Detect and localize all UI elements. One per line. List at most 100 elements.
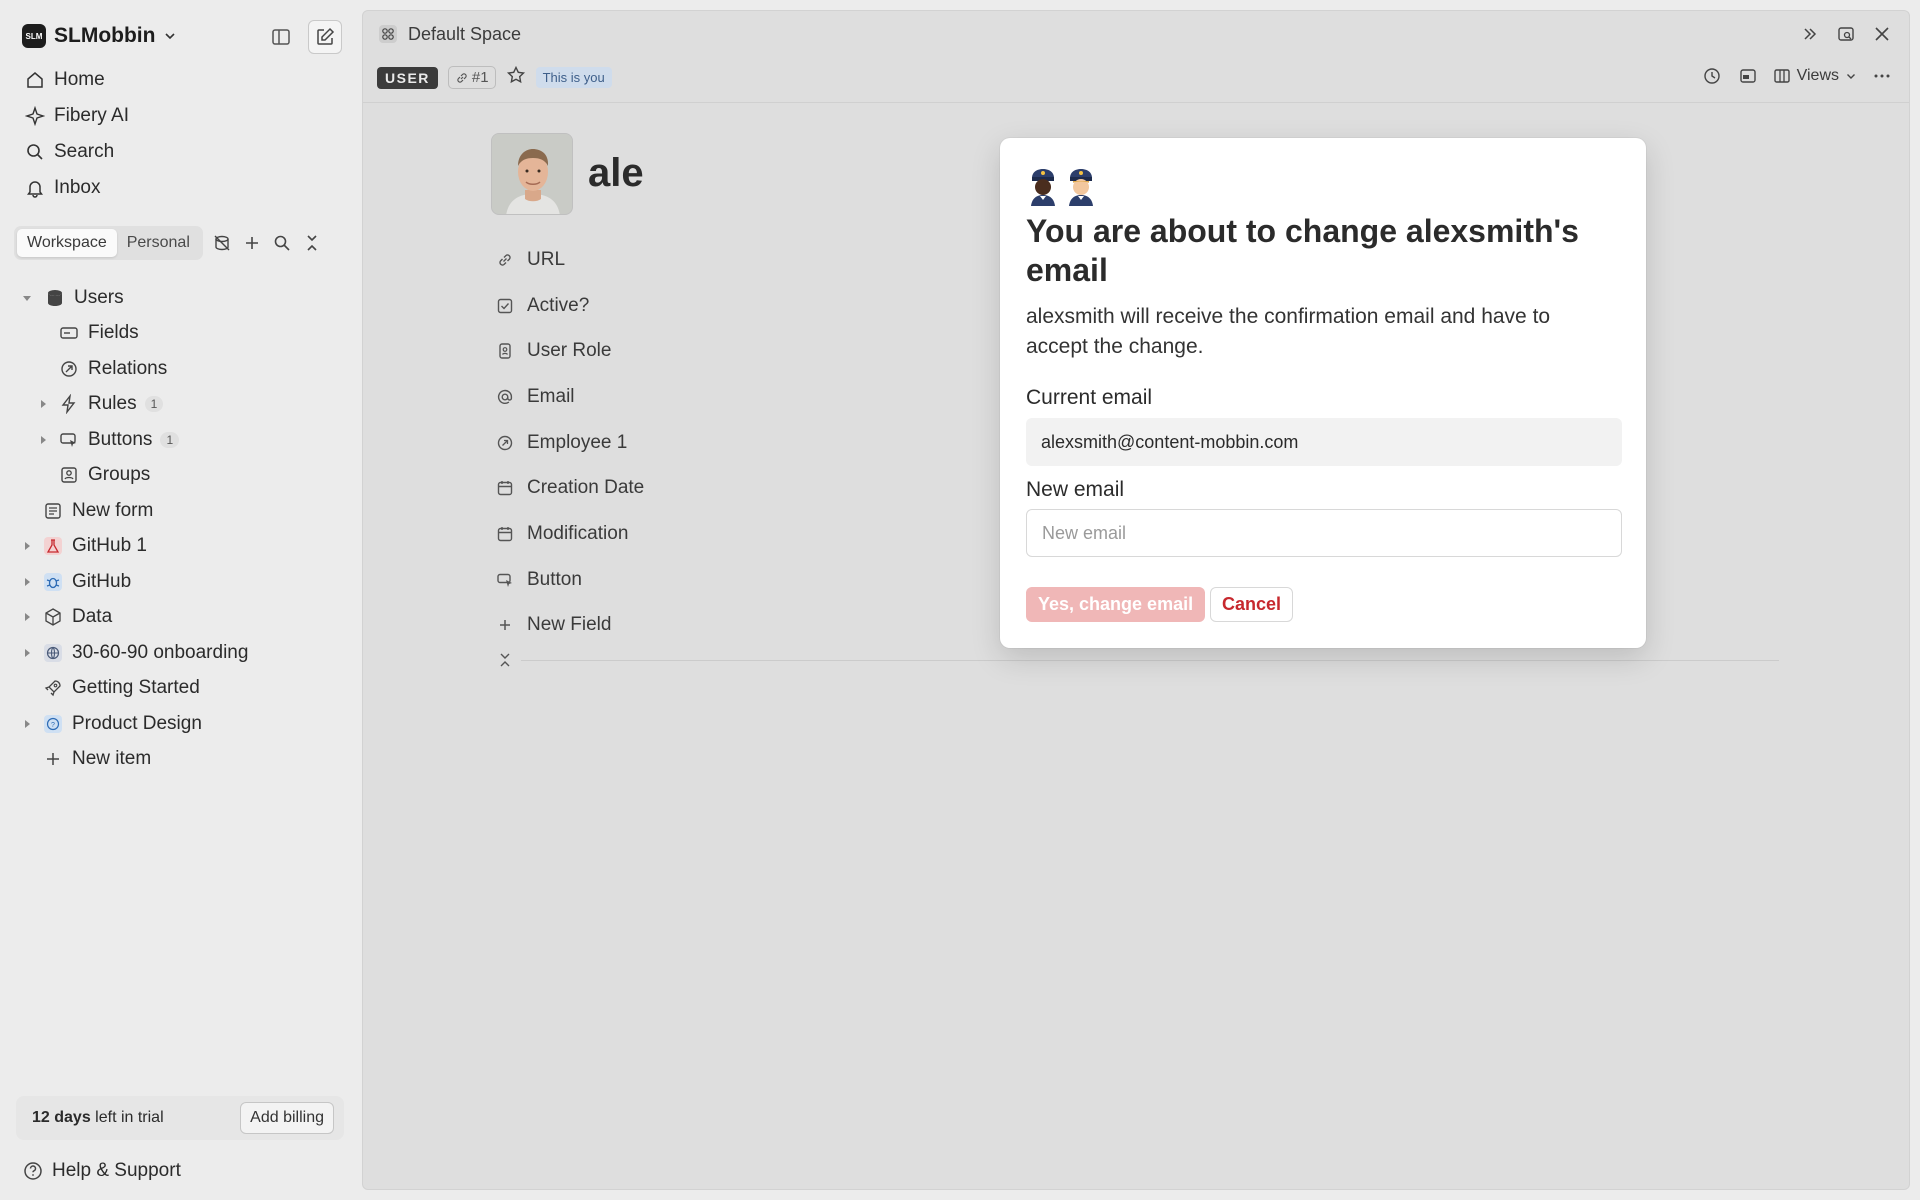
link-icon <box>457 72 467 83</box>
field-user-role[interactable]: User Role <box>495 328 644 374</box>
caret-right-icon[interactable] <box>36 433 50 447</box>
police-officer-light-icon <box>1069 169 1093 206</box>
toolbar-divider <box>363 102 1909 103</box>
nav-search-label: Search <box>54 141 115 162</box>
tree-item-product-design[interactable]: ? Product Design <box>14 706 350 742</box>
space-tree: Users Fields Relations Rules 1 Buttons 1… <box>14 280 350 777</box>
tree-item-buttons[interactable]: Buttons 1 <box>14 422 350 458</box>
tree-item-github1[interactable]: GitHub 1 <box>14 529 350 565</box>
tree-item-fields-label: Fields <box>88 322 139 344</box>
star-icon[interactable] <box>506 65 526 90</box>
bell-icon <box>24 177 46 199</box>
type-badge[interactable]: USER <box>377 66 438 89</box>
caret-right-icon[interactable] <box>20 610 34 624</box>
toggle-sidebar-button[interactable] <box>264 20 298 54</box>
tree-item-new-form-label: New form <box>72 499 154 521</box>
tree-item-github[interactable]: GitHub <box>14 564 350 600</box>
caret-right-icon[interactable] <box>36 397 50 411</box>
entity-title[interactable]: ale <box>588 151 644 196</box>
nav-inbox[interactable]: Inbox <box>14 170 344 206</box>
cancel-button[interactable]: Cancel <box>1210 587 1294 622</box>
field-creation-date[interactable]: Creation Date <box>495 465 644 511</box>
add-icon[interactable] <box>241 232 263 254</box>
collapse-fields[interactable] <box>497 651 1779 669</box>
tree-item-users[interactable]: Users <box>14 280 350 316</box>
cover-image-icon[interactable] <box>1737 65 1759 87</box>
field-creation-date-label: Creation Date <box>527 477 645 499</box>
chevrons-right-icon[interactable] <box>1799 23 1821 45</box>
tree-item-getting-started[interactable]: Getting Started <box>14 671 350 707</box>
field-active[interactable]: Active? <box>495 283 644 329</box>
home-icon <box>24 69 46 91</box>
new-entity-button[interactable] <box>308 20 342 54</box>
trial-text: 12 days left in trial <box>32 1109 240 1127</box>
field-modification-label: Modification <box>527 522 629 544</box>
trial-banner: 12 days left in trial Add billing <box>16 1096 344 1140</box>
nav-home[interactable]: Home <box>14 62 344 98</box>
nav-search[interactable]: Search <box>14 134 344 170</box>
confirm-change-email-button[interactable]: Yes, change email <box>1026 587 1206 622</box>
field-url[interactable]: URL <box>495 237 644 283</box>
tree-item-rules[interactable]: Rules 1 <box>14 387 350 423</box>
tree-item-data[interactable]: Data <box>14 600 350 636</box>
open-full-icon[interactable] <box>1835 23 1857 45</box>
history-icon[interactable] <box>1701 65 1723 87</box>
caret-right-icon[interactable] <box>20 646 34 660</box>
hide-databases-icon[interactable] <box>211 232 233 254</box>
tree-item-product-design-label: Product Design <box>72 712 202 734</box>
tree-item-fields[interactable]: Fields <box>14 316 350 352</box>
buttons-count-badge: 1 <box>160 431 180 448</box>
search-icon[interactable] <box>271 232 293 254</box>
collapse-all-icon[interactable] <box>301 232 323 254</box>
new-email-field[interactable] <box>1026 509 1622 557</box>
tree-item-relations[interactable]: Relations <box>14 351 350 387</box>
tree-item-rules-label: Rules <box>88 393 137 415</box>
field-employee-1[interactable]: Employee 1 <box>495 420 644 466</box>
workspace-switcher[interactable]: SLM SLMobbin <box>22 20 177 52</box>
close-icon[interactable] <box>1871 23 1893 45</box>
cube-icon <box>42 606 64 628</box>
tree-item-new-item[interactable]: New item <box>14 742 350 778</box>
caret-right-icon[interactable] <box>20 717 34 731</box>
help-support[interactable]: Help & Support <box>22 1160 181 1182</box>
field-email[interactable]: Email <box>495 374 644 420</box>
caret-right-icon[interactable] <box>20 575 34 589</box>
change-email-dialog: You are about to change alexsmith's emai… <box>1000 138 1646 648</box>
nav-fibery-ai-label: Fibery AI <box>54 105 129 126</box>
workspace-logo: SLM <box>22 24 46 48</box>
field-button[interactable]: Button <box>495 557 644 603</box>
police-officers-icon <box>1026 166 1098 206</box>
main-nav: Home Fibery AI Search Inbox <box>14 62 344 206</box>
entity-meta: USER #1 This is you <box>377 65 612 90</box>
breadcrumb[interactable]: Default Space <box>377 23 521 45</box>
field-modification[interactable]: Modification <box>495 511 644 557</box>
entity-toolbar: Views <box>1701 65 1893 87</box>
plus-icon <box>42 748 64 770</box>
globe-icon <box>42 642 64 664</box>
views-dropdown[interactable]: Views <box>1773 67 1857 85</box>
id-badge[interactable]: #1 <box>447 66 496 89</box>
caret-down-icon[interactable] <box>20 291 34 305</box>
nav-home-label: Home <box>54 69 105 90</box>
tab-personal[interactable]: Personal <box>117 229 200 257</box>
add-billing-button[interactable]: Add billing <box>240 1102 334 1134</box>
police-officer-dark-icon <box>1031 169 1055 206</box>
tree-item-groups[interactable]: Groups <box>14 458 350 494</box>
help-circle-icon <box>22 1160 44 1182</box>
field-url-label: URL <box>527 248 566 270</box>
calendar-icon <box>495 524 515 544</box>
dialog-description: alexsmith will receive the confirmation … <box>1026 305 1551 358</box>
views-label: Views <box>1796 67 1839 84</box>
entity-panel: Default Space USER #1 This is you Views <box>362 10 1910 1190</box>
nav-fibery-ai[interactable]: Fibery AI <box>14 98 344 134</box>
plus-icon <box>495 615 515 635</box>
field-email-label: Email <box>527 385 575 407</box>
new-field-button[interactable]: New Field <box>495 603 644 649</box>
tree-item-new-form[interactable]: New form <box>14 493 350 529</box>
avatar[interactable] <box>491 133 573 215</box>
more-icon[interactable] <box>1871 65 1893 87</box>
tree-item-onboarding[interactable]: 30-60-90 onboarding <box>14 635 350 671</box>
groups-icon <box>58 464 80 486</box>
caret-right-icon[interactable] <box>20 539 34 553</box>
tab-workspace[interactable]: Workspace <box>17 229 117 257</box>
